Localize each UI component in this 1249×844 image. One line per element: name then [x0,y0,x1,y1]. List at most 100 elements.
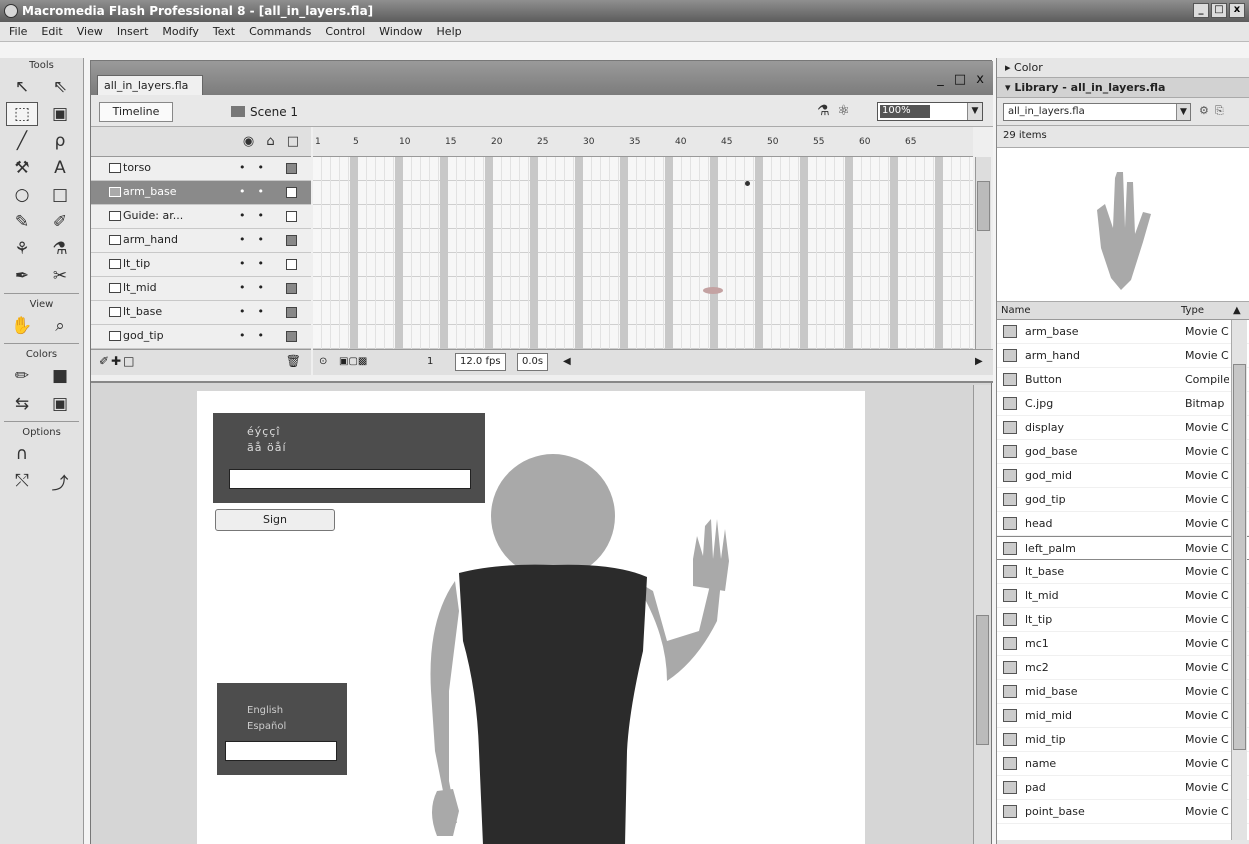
library-item[interactable]: display Movie Clip [997,416,1249,440]
layer-row[interactable]: lt_tip •• [91,253,311,277]
outline-toggle[interactable] [286,235,297,246]
stroke-color-icon[interactable]: ✏ [6,364,38,388]
library-item[interactable]: god_mid Movie Clip [997,464,1249,488]
onion-skin-icons[interactable]: ▣▢▩ [339,356,367,367]
text-tool-icon[interactable]: A [44,156,76,180]
straighten-icon[interactable]: ⤲ [6,469,38,493]
rectangle-tool-icon[interactable]: □ [44,183,76,207]
hand-tool-icon[interactable]: ✋ [6,314,38,338]
zoom-tool-icon[interactable]: ⌕ [44,314,76,338]
menu-window[interactable]: Window [372,25,429,38]
library-item[interactable]: Button Compiled Clip [997,368,1249,392]
library-item[interactable]: lt_tip Movie Clip [997,608,1249,632]
layer-row[interactable]: god_tip •• [91,325,311,349]
rotate-icon[interactable]: ⤴ [44,469,76,494]
library-item[interactable]: C.jpg Bitmap [997,392,1249,416]
timeline-toggle-button[interactable]: Timeline [99,102,173,122]
lasso-tool-icon[interactable]: ρ [44,129,76,153]
outline-toggle[interactable] [286,331,297,342]
outline-toggle[interactable] [286,163,297,174]
ink-bottle-tool-icon[interactable]: ⚘ [6,237,38,261]
maximize-button[interactable]: □ [1211,3,1227,18]
menu-modify[interactable]: Modify [155,25,205,38]
frame-ruler[interactable]: 1 5 10 15 20 25 30 35 40 45 50 55 60 65 [313,127,973,157]
layer-row[interactable]: lt_base •• [91,301,311,325]
eraser-tool-icon[interactable]: ✂ [44,264,76,288]
outline-toggle[interactable] [286,187,297,198]
menu-commands[interactable]: Commands [242,25,318,38]
library-item[interactable]: god_tip Movie Clip [997,488,1249,512]
library-item[interactable]: pad Movie Clip [997,776,1249,800]
frame-grid[interactable] [313,157,973,349]
layer-row[interactable]: arm_base •• [91,181,311,205]
chevron-down-icon[interactable]: ▼ [1176,104,1190,120]
trash-icon[interactable]: 🗑 [286,354,301,368]
close-button[interactable]: x [1229,3,1245,18]
library-item[interactable]: mid_mid Movie Clip [997,704,1249,728]
swap-colors-icon[interactable]: ⇆ [6,392,38,416]
stage-scrollbar[interactable] [973,385,991,844]
default-colors-icon[interactable]: ▣ [44,392,76,416]
menu-file[interactable]: File [2,25,34,38]
library-item[interactable]: head Movie Clip [997,512,1249,536]
visibility-lock-dots[interactable]: •• [239,185,276,198]
selection-tool-icon[interactable]: ↖ [6,75,38,99]
scroll-right-icon[interactable]: ▶ [975,356,983,367]
outline-toggle[interactable] [286,307,297,318]
pin-library-icons[interactable]: ⚙⎘ [1199,104,1230,118]
scroll-thumb[interactable] [976,615,989,745]
timeline-scrollbar[interactable] [975,157,991,349]
document-tab[interactable]: all_in_layers.fla [97,75,203,95]
menu-control[interactable]: Control [318,25,372,38]
pen-tool-icon[interactable]: ⚒ [6,156,38,180]
outline-toggle[interactable] [286,211,297,222]
menu-view[interactable]: View [70,25,110,38]
smooth-icon[interactable] [44,442,76,466]
library-item[interactable]: god_base Movie Clip [997,440,1249,464]
sort-up-icon[interactable]: ▲ [1233,305,1241,316]
scroll-left-icon[interactable]: ◀ [563,356,571,367]
playhead[interactable] [745,181,750,186]
color-panel-header[interactable]: ▸ Color [997,58,1249,78]
layer-row[interactable]: arm_hand •• [91,229,311,253]
menu-help[interactable]: Help [430,25,469,38]
menu-insert[interactable]: Insert [110,25,156,38]
add-layer-icons[interactable]: ✐✚□ [99,354,136,368]
library-item[interactable]: mc1 Movie Clip [997,632,1249,656]
document-window-controls[interactable]: _ □ x [937,72,987,87]
paint-bucket-tool-icon[interactable]: ⚗ [44,237,76,261]
library-item[interactable]: point_base Movie Clip [997,800,1249,824]
visibility-lock-dots[interactable]: •• [239,257,276,270]
line-tool-icon[interactable]: ╱ [6,129,38,153]
oval-tool-icon[interactable]: ○ [6,183,38,207]
layer-row[interactable]: torso •• [91,157,311,181]
menu-text[interactable]: Text [206,25,242,38]
gradient-transform-tool-icon[interactable]: ▣ [44,102,76,126]
library-scrollbar[interactable] [1231,320,1247,840]
stage-canvas[interactable]: éýççî ãå öåí Sign English Español [197,391,865,844]
fill-color-icon[interactable]: ■ [44,364,76,388]
brush-tool-icon[interactable]: ✐ [44,210,76,234]
library-item[interactable]: name Movie Clip [997,752,1249,776]
edit-symbol-icons[interactable]: ⚗⚛ [817,103,858,119]
minimize-button[interactable]: _ [1193,3,1209,18]
pencil-tool-icon[interactable]: ✎ [6,210,38,234]
snap-magnet-icon[interactable]: ∩ [6,442,38,466]
eyedropper-tool-icon[interactable]: ✒ [6,264,38,288]
column-type[interactable]: Type [1181,305,1204,316]
menu-edit[interactable]: Edit [34,25,69,38]
library-item[interactable]: lt_base Movie Clip [997,560,1249,584]
scene-breadcrumb[interactable]: Scene 1 [231,105,298,119]
layer-row[interactable]: Guide: ar... •• [91,205,311,229]
scroll-thumb[interactable] [977,181,990,231]
library-panel-header[interactable]: ▾ Library - all_in_layers.fla [997,78,1249,98]
library-item[interactable]: mc2 Movie Clip [997,656,1249,680]
visibility-lock-dots[interactable]: •• [239,161,276,174]
subselection-tool-icon[interactable]: ⇖ [44,75,76,99]
visibility-lock-dots[interactable]: •• [239,329,276,342]
visibility-lock-dots[interactable]: •• [239,233,276,246]
library-item[interactable]: left_palm Movie Clip [997,536,1249,560]
free-transform-tool-icon[interactable]: ⬚ [6,102,38,126]
layer-visibility-lock-outline-icons[interactable]: ◉ ⌂ □ [243,134,303,149]
visibility-lock-dots[interactable]: •• [239,281,276,294]
